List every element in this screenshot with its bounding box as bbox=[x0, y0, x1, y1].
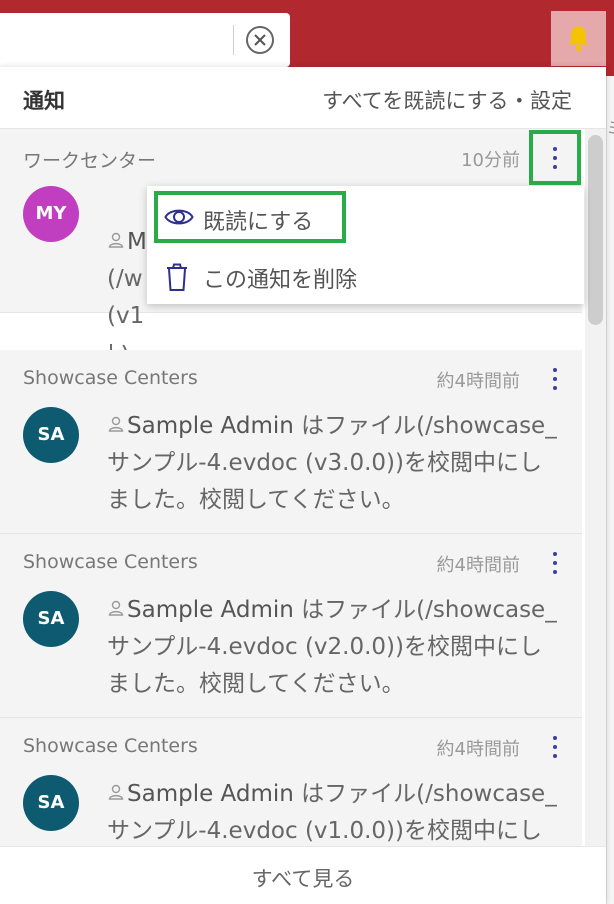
user-icon bbox=[107, 592, 127, 629]
top-app-bar bbox=[0, 0, 614, 76]
notification-item[interactable]: Showcase Centers 約4時間前 SA Sample Admin は… bbox=[0, 718, 582, 847]
close-icon bbox=[254, 34, 266, 46]
notification-item[interactable]: Showcase Centers 約4時間前 SA Sample Admin は… bbox=[0, 350, 582, 534]
user-name: Sample Admin bbox=[127, 781, 294, 807]
notification-source: Showcase Centers bbox=[23, 551, 198, 573]
notification-source: ワークセンター bbox=[23, 150, 157, 172]
scrollbar-thumb[interactable] bbox=[588, 135, 603, 325]
notification-item[interactable]: Showcase Centers 約4時間前 SA Sample Admin は… bbox=[0, 534, 582, 718]
more-options-button[interactable] bbox=[545, 360, 567, 398]
clear-search-button[interactable] bbox=[246, 26, 274, 54]
user-icon bbox=[107, 224, 127, 261]
notification-time: 約4時間前 bbox=[436, 739, 520, 760]
background-page-edge bbox=[606, 76, 614, 904]
more-options-button[interactable] bbox=[545, 728, 567, 766]
notification-time: 10分前 bbox=[461, 150, 520, 171]
search-divider bbox=[233, 25, 234, 55]
user-name: M bbox=[127, 229, 147, 255]
avatar: SA bbox=[23, 591, 79, 647]
notification-source: Showcase Centers bbox=[23, 367, 198, 389]
panel-header: 通知 すべてを既読にする • 設定 bbox=[0, 67, 606, 129]
highlight-more-options bbox=[529, 130, 581, 185]
search-input[interactable] bbox=[0, 13, 230, 67]
separator-dot: • bbox=[514, 91, 524, 110]
notification-time: 約4時間前 bbox=[436, 371, 520, 392]
highlight-mark-read bbox=[154, 191, 346, 243]
mark-all-read-link[interactable]: すべてを既読にする bbox=[322, 89, 508, 113]
user-icon bbox=[107, 776, 127, 813]
panel-title: 通知 bbox=[23, 89, 65, 113]
avatar: MY bbox=[23, 186, 79, 242]
background-page-text: ミ bbox=[606, 115, 614, 141]
notification-message: Sample Admin はファイル(/showcase_サンプル-4.evdo… bbox=[107, 776, 562, 847]
notification-source: Showcase Centers bbox=[23, 735, 198, 757]
bell-icon bbox=[568, 26, 589, 52]
more-options-button[interactable] bbox=[545, 544, 567, 582]
notification-time: 約4時間前 bbox=[436, 555, 520, 576]
trash-icon bbox=[164, 262, 190, 298]
user-name: Sample Admin bbox=[127, 413, 294, 439]
settings-link[interactable]: 設定 bbox=[530, 89, 572, 113]
notifications-bell-button[interactable] bbox=[551, 11, 606, 66]
user-name: Sample Admin bbox=[127, 597, 294, 623]
view-all-link[interactable]: すべて見る bbox=[0, 863, 606, 893]
panel-footer: すべて見る bbox=[0, 846, 606, 904]
avatar: SA bbox=[23, 775, 79, 831]
menu-item-label: この通知を削除 bbox=[203, 268, 358, 293]
header-actions: すべてを既読にする • 設定 bbox=[322, 85, 572, 115]
notification-message: Sample Admin はファイル(/showcase_サンプル-4.evdo… bbox=[107, 408, 562, 519]
avatar: SA bbox=[23, 407, 79, 463]
search-box bbox=[0, 13, 290, 67]
user-icon bbox=[107, 408, 127, 445]
menu-item-delete[interactable]: この通知を削除 bbox=[147, 250, 584, 302]
notification-message: Sample Admin はファイル(/showcase_サンプル-4.evdo… bbox=[107, 592, 562, 703]
